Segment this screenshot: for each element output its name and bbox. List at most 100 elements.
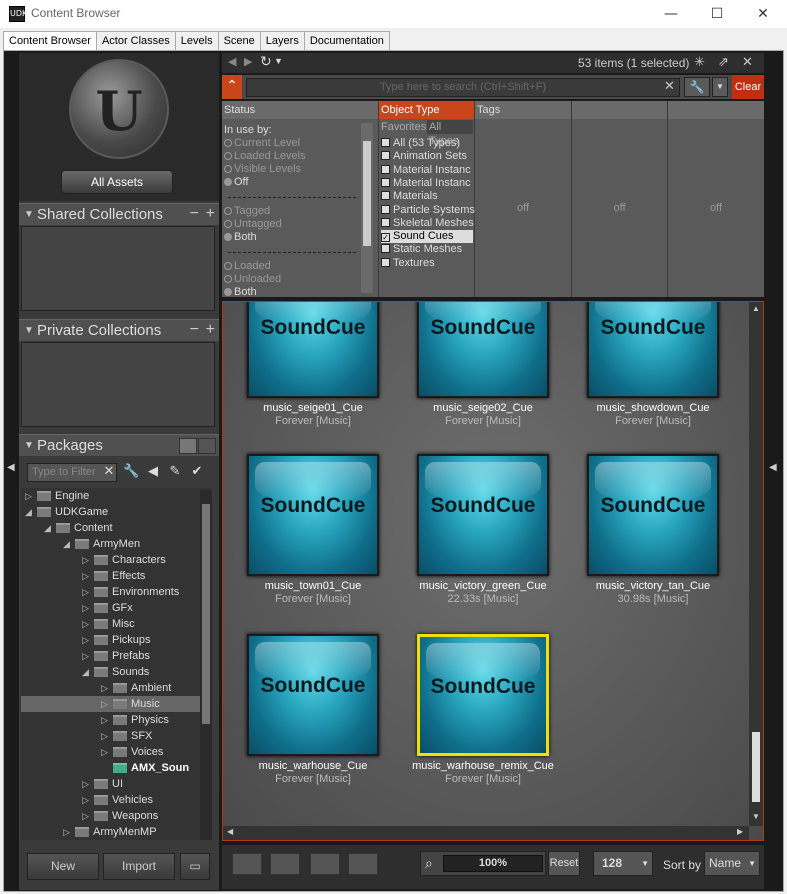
new-window-icon[interactable]: ✳ [694,54,705,70]
type-option[interactable]: Static Meshes [381,243,462,256]
tree-item[interactable]: ◢ Sounds [21,664,211,680]
tree-item[interactable]: ▷ UI [21,776,211,792]
search-input[interactable]: Type here to search (Ctrl+Shift+F) [246,78,680,97]
type-option[interactable]: Material Instanc [381,177,471,190]
close-button[interactable]: ✕ [740,0,786,28]
type-option[interactable]: Particle Systems [381,204,475,217]
search-dropdown-icon[interactable]: ▼ [712,77,728,97]
expand-arrow-icon[interactable]: ▷ [101,680,111,696]
shared-collections-list[interactable] [21,226,215,311]
expand-arrow-icon[interactable]: ▷ [101,712,111,728]
checkmark-icon[interactable]: ✔ [189,464,205,480]
radio-option[interactable]: Unloaded [224,273,281,286]
radio-option[interactable]: Loaded [224,260,271,273]
asset-thumbnail[interactable]: SoundCue [587,302,719,398]
shared-collections-header[interactable]: ▼ Shared Collections − + [19,203,219,225]
package-tree-scrollbar[interactable] [200,490,212,840]
close-panel-icon[interactable]: ✕ [742,54,753,70]
scroll-right-icon[interactable]: ▶ [737,827,743,836]
asset-thumbnail[interactable]: SoundCue [417,634,549,756]
tree-item[interactable]: ▷ SFX [21,728,211,744]
add-collection-icon[interactable]: + [206,319,215,341]
asset-tile[interactable]: SoundCue [587,454,719,576]
expand-arrow-icon[interactable]: ▷ [82,584,92,600]
view-small-grid-icon[interactable] [348,853,378,875]
private-collections-header[interactable]: ▼ Private Collections − + [19,319,219,341]
all-types-tab[interactable]: All Types [427,120,473,147]
favorites-tab[interactable]: Favorites [380,120,426,134]
scrollbar-thumb[interactable] [363,141,371,246]
clear-button[interactable]: Clear [732,75,764,99]
tab-scene[interactable]: Scene [217,31,261,51]
tree-item[interactable]: ▷ Weapons [21,808,211,824]
expand-arrow-icon[interactable]: ▷ [82,568,92,584]
asset-grid[interactable]: SoundCue music_seige01_Cue Forever [Music]… [222,301,764,841]
asset-name[interactable]: music_seige01_Cue [228,402,398,414]
asset-thumbnail[interactable]: SoundCue [587,454,719,576]
tree-item[interactable]: ▷ ArmyMenMP [21,824,211,840]
tree-item[interactable]: ▷ Pickups [21,632,211,648]
speaker-icon[interactable]: ◀ [145,464,161,480]
asset-thumbnail[interactable]: SoundCue [247,454,379,576]
expand-arrow-icon[interactable]: ▷ [101,728,111,744]
remove-collection-icon[interactable]: − [190,319,199,341]
back-icon[interactable]: ◀ [228,55,236,68]
expand-arrow-icon[interactable]: ▷ [101,696,111,712]
open-folder-button[interactable]: ▭ [180,853,210,880]
tree-item[interactable]: ▷ Ambient [21,680,211,696]
collapse-left-arrow-icon[interactable]: ◀ [7,462,15,473]
asset-tile[interactable]: SoundCue [417,634,549,756]
wrench-icon[interactable]: 🔧 [123,464,139,480]
expand-arrow-icon[interactable]: ▷ [25,488,35,504]
tree-item[interactable]: ▷ Music [21,696,211,712]
type-option[interactable]: ✓ Sound Cues [381,230,473,244]
asset-name[interactable]: music_victory_tan_Cue [568,580,738,592]
tree-item[interactable]: ◢ Content [21,520,211,536]
asset-tile[interactable]: SoundCue [247,302,379,398]
expand-arrow-icon[interactable]: ▷ [82,792,92,808]
expand-arrow-icon[interactable]: ▷ [82,808,92,824]
tree-item[interactable]: ▷ Characters [21,552,211,568]
add-collection-icon[interactable]: + [206,203,215,225]
tree-view-icon[interactable] [179,438,197,454]
all-assets-button[interactable]: All Assets [61,170,173,194]
tree-item[interactable]: ▷ Vehicles [21,792,211,808]
refresh-icon[interactable]: ↻ [260,53,272,70]
tree-item[interactable]: ▷ Effects [21,568,211,584]
asset-name[interactable]: music_seige02_Cue [398,402,568,414]
radio-option[interactable]: Both [224,231,257,244]
type-option[interactable]: Animation Sets [381,150,467,163]
tab-content-browser[interactable]: Content Browser [3,31,97,52]
asset-name[interactable]: music_victory_green_Cue [398,580,568,592]
scroll-down-icon[interactable]: ▼ [752,812,760,821]
asset-grid-scrollbar[interactable]: ▲ ▼ [749,302,763,826]
view-split-icon[interactable] [310,853,340,875]
clear-filter-icon[interactable]: ✕ [101,464,117,480]
tree-item[interactable]: AMX_Soun [21,760,211,776]
type-option[interactable]: Material Instanc [381,164,471,177]
list-view-icon[interactable] [198,438,216,454]
zoom-control[interactable]: ⌕ 100% [420,851,546,876]
search-options-button[interactable]: 🔧 [684,77,710,97]
tree-item[interactable]: ▷ Misc [21,616,211,632]
collapse-right-arrow-icon[interactable]: ◀ [769,462,777,473]
new-package-button[interactable]: New [27,853,99,880]
maximize-button[interactable]: ☐ [694,0,740,28]
expand-arrow-icon[interactable]: ▷ [82,600,92,616]
expand-arrow-icon[interactable]: ◢ [82,664,92,680]
tab-actor-classes[interactable]: Actor Classes [95,31,176,51]
asset-name[interactable]: music_showdown_Cue [568,402,738,414]
minimize-button[interactable]: — [648,0,694,28]
import-button[interactable]: Import [103,853,175,880]
status-scrollbar[interactable] [361,123,373,293]
sort-by-dropdown[interactable]: Name ▼ [704,851,760,876]
collapse-filters-icon[interactable]: ⌃ [222,75,242,99]
asset-thumbnail[interactable]: SoundCue [247,302,379,398]
asset-name[interactable]: music_town01_Cue [228,580,398,592]
type-option[interactable]: Materials [381,190,438,203]
asset-tile[interactable]: SoundCue [417,454,549,576]
float-window-icon[interactable]: ⇗ [718,54,729,70]
refresh-dropdown-icon[interactable]: ▼ [274,56,283,66]
pencil-icon[interactable]: ✎ [167,464,183,480]
asset-thumbnail[interactable]: SoundCue [417,302,549,398]
